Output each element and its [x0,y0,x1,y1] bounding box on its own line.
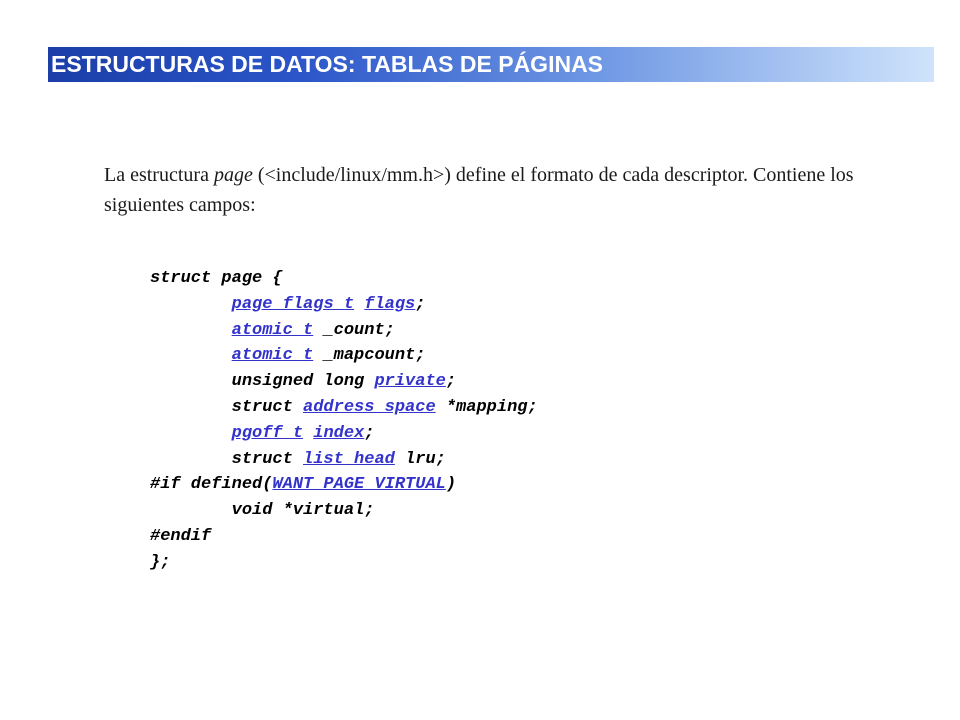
intro-text-start: La estructura [104,164,214,186]
code-link[interactable]: atomic_t [232,321,314,340]
code-link[interactable]: pgoff_t [232,424,303,443]
code-text: ; [415,294,426,314]
code-line: struct page { [150,269,283,288]
code-link[interactable]: page_flags_t [232,295,354,314]
code-text: *mapping; [435,397,538,417]
code-link[interactable]: private [374,372,445,391]
code-text: struct [150,449,304,469]
code-line: pgoff_t index; [150,423,375,443]
slide: ESTRUCTURAS DE DATOS: TABLAS DE PÁGINAS … [0,0,960,720]
code-line: #endif [150,527,211,546]
code-link[interactable]: list_head [303,450,395,469]
code-text: ; [364,423,375,443]
code-text: ; [445,372,457,392]
code-text: _mapcount; [313,346,426,366]
code-text: unsigned long [150,372,375,392]
code-line: struct address_space *mapping; [150,398,538,417]
code-line: struct list_head lru; [150,450,446,469]
title-bar: ESTRUCTURAS DE DATOS: TABLAS DE PÁGINAS [48,47,934,82]
code-line: atomic_t _count; [150,321,395,340]
code-link[interactable]: flags [364,295,415,314]
code-text: }; [150,552,171,572]
code-text: struct [150,397,304,417]
code-line: page_flags_t flags; [150,294,426,314]
code-text: #endif [150,526,212,546]
code-text: lru; [394,449,446,469]
code-line: void *virtual; [150,501,375,521]
code-text: _count; [313,320,395,340]
code-text: ) [445,475,457,495]
intro-term-page: page [213,164,253,186]
code-text: void *virtual; [150,501,375,521]
code-link[interactable]: WANT_PAGE_VIRTUAL [272,475,445,494]
code-line: atomic_t _mapcount; [150,346,426,366]
code-text: #if defined( [150,475,273,495]
slide-title: ESTRUCTURAS DE DATOS: TABLAS DE PÁGINAS [51,51,604,77]
code-line: #if defined(WANT_PAGE_VIRTUAL) [150,475,456,494]
code-link[interactable]: address_space [303,398,436,417]
code-line: unsigned long private; [150,372,456,391]
code-link[interactable]: atomic_t [232,346,314,365]
code-link[interactable]: index [313,424,364,443]
code-line: }; [150,553,170,572]
code-block: struct page { page_flags_t flags; atomic… [150,266,538,576]
intro-paragraph: La estructura page (<include/linux/mm.h>… [104,160,864,220]
code-text: struct page { [150,269,283,288]
